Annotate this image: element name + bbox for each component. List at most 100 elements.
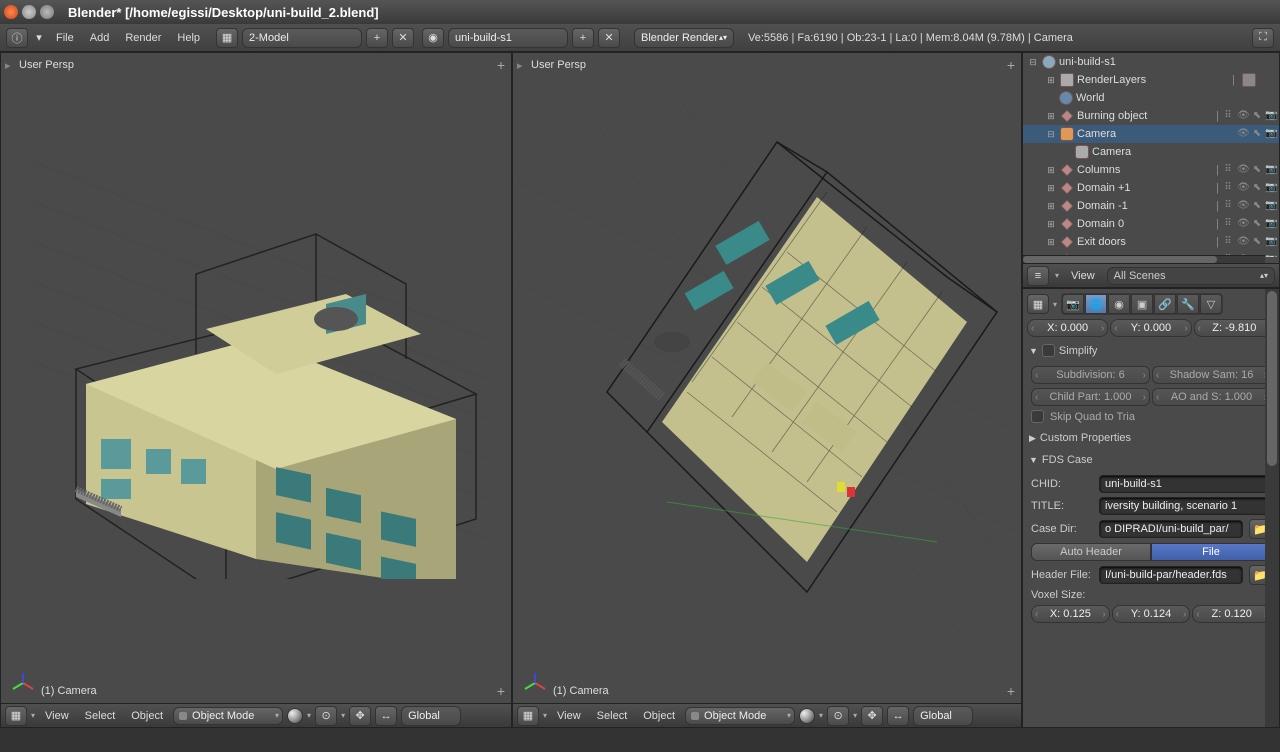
child-particles-field[interactable]: Child Part: 1.000: [1031, 388, 1150, 406]
cursor-icon[interactable]: ⬉: [1251, 200, 1263, 212]
tab-render[interactable]: 📷: [1062, 294, 1084, 314]
render-engine-dropdown[interactable]: Blender Render▴▾: [634, 28, 734, 48]
viewport-right[interactable]: ▸ User Persp +: [512, 52, 1022, 728]
scene-delete-icon[interactable]: ✕: [598, 28, 620, 48]
expand-icon[interactable]: ▾: [543, 711, 547, 720]
outliner-object-row[interactable]: ⊟Camera👁⬉📷: [1023, 125, 1279, 143]
tab-world[interactable]: ◉: [1108, 294, 1130, 314]
auto-header-button[interactable]: Auto Header: [1031, 543, 1151, 561]
cursor-icon[interactable]: ⬉: [1251, 110, 1263, 122]
outliner-scene-row[interactable]: ⊟ uni-build-s1: [1023, 53, 1279, 71]
info-editor-icon[interactable]: ⓘ: [6, 28, 28, 48]
scene-browse-icon[interactable]: ◉: [422, 28, 444, 48]
render-icon[interactable]: 📷: [1265, 218, 1277, 230]
pivot-icon[interactable]: ⊙: [315, 706, 337, 726]
menu-add[interactable]: Add: [84, 28, 116, 48]
expand-icon[interactable]: ▾: [32, 28, 46, 48]
file-header-button[interactable]: File: [1151, 543, 1271, 561]
eye-icon[interactable]: 👁: [1237, 200, 1249, 212]
outliner-object-row[interactable]: ⊞Domain 0|⠿👁⬉📷: [1023, 215, 1279, 233]
collapse-icon[interactable]: ⊟: [1027, 56, 1039, 68]
menu-help[interactable]: Help: [171, 28, 206, 48]
header-file-input[interactable]: I/uni-build-par/header.fds: [1099, 566, 1243, 584]
expand-icon[interactable]: ⊞: [1045, 74, 1057, 86]
expand-icon[interactable]: ⊞: [1045, 236, 1057, 248]
editor-type-icon[interactable]: ≡: [1027, 266, 1049, 286]
expand-icon[interactable]: ⊞: [1045, 218, 1057, 230]
shading-icon[interactable]: [799, 708, 815, 724]
outliner-object-row[interactable]: ⊞Columns|⠿👁⬉📷: [1023, 161, 1279, 179]
x-field[interactable]: X: 0.000: [1027, 319, 1108, 337]
menu-object[interactable]: Object: [125, 706, 169, 726]
outliner-camera-data-row[interactable]: Camera: [1023, 143, 1279, 161]
tab-constraints[interactable]: 🔗: [1154, 294, 1176, 314]
simplify-checkbox[interactable]: [1042, 344, 1055, 357]
cursor-icon[interactable]: ⬉: [1251, 128, 1263, 140]
shadow-samples-field[interactable]: Shadow Sam: 16: [1152, 366, 1271, 384]
add-region-icon[interactable]: +: [497, 683, 505, 699]
layout-browse-icon[interactable]: ▦: [216, 28, 238, 48]
fds-case-header[interactable]: ▼ FDS Case: [1027, 451, 1275, 469]
render-icon[interactable]: 📷: [1265, 254, 1277, 257]
menu-view[interactable]: View: [551, 706, 587, 726]
cursor-icon[interactable]: ⬉: [1251, 236, 1263, 248]
menu-view[interactable]: View: [39, 706, 75, 726]
outliner-object-row[interactable]: ⊞Domain -1|⠿👁⬉📷: [1023, 197, 1279, 215]
editor-type-icon[interactable]: ▦: [5, 706, 27, 726]
shading-icon[interactable]: [287, 708, 303, 724]
maximize-icon[interactable]: [40, 5, 54, 19]
eye-icon[interactable]: 👁: [1237, 182, 1249, 194]
expand-icon[interactable]: ⊞: [1045, 200, 1057, 212]
mode-dropdown[interactable]: Object Mode: [173, 707, 283, 725]
scene-add-icon[interactable]: +: [572, 28, 594, 48]
cursor-icon[interactable]: ⬉: [1251, 164, 1263, 176]
tab-modifiers[interactable]: 🔧: [1177, 294, 1199, 314]
render-icon[interactable]: 📷: [1265, 200, 1277, 212]
y-field[interactable]: Y: 0.000: [1110, 319, 1191, 337]
tab-object[interactable]: ▣: [1131, 294, 1153, 314]
mode-dropdown[interactable]: Object Mode: [685, 707, 795, 725]
collapse-icon[interactable]: ▸: [5, 59, 11, 72]
render-icon[interactable]: 📷: [1265, 128, 1277, 140]
eye-icon[interactable]: 👁: [1237, 236, 1249, 248]
manipulator-icon[interactable]: ✥: [349, 706, 371, 726]
tab-data[interactable]: ▽: [1200, 294, 1222, 314]
render-icon[interactable]: 📷: [1265, 110, 1277, 122]
z-field[interactable]: Z: -9.810: [1194, 319, 1275, 337]
close-icon[interactable]: [4, 5, 18, 19]
ao-sss-field[interactable]: AO and S: 1.000: [1152, 388, 1271, 406]
outliner-object-row[interactable]: ⊞Domain +1|⠿👁⬉📷: [1023, 179, 1279, 197]
collapse-icon[interactable]: ▸: [517, 59, 523, 72]
viewport-left[interactable]: ▸ User Persp +: [0, 52, 512, 728]
outliner-object-row[interactable]: ⊞Burning object|⠿👁⬉📷: [1023, 107, 1279, 125]
orientation-dropdown[interactable]: Global: [913, 706, 973, 726]
custom-properties-header[interactable]: ▶ Custom Properties: [1027, 429, 1275, 447]
layout-add-icon[interactable]: +: [366, 28, 388, 48]
eye-icon[interactable]: 👁: [1237, 164, 1249, 176]
render-icon[interactable]: 📷: [1265, 236, 1277, 248]
expand-icon[interactable]: ⊞: [1045, 110, 1057, 122]
outliner-filter-dropdown[interactable]: All Scenes▴▾: [1107, 267, 1275, 285]
cursor-icon[interactable]: ⬉: [1251, 218, 1263, 230]
skip-quad-checkbox[interactable]: [1031, 410, 1044, 423]
minimize-icon[interactable]: [22, 5, 36, 19]
outliner-hscroll[interactable]: [1023, 255, 1265, 263]
expand-icon[interactable]: ⊞: [1045, 182, 1057, 194]
eye-icon[interactable]: 👁: [1237, 110, 1249, 122]
outliner-renderlayers-row[interactable]: ⊞ RenderLayers |: [1023, 71, 1279, 89]
menu-object[interactable]: Object: [637, 706, 681, 726]
simplify-panel-header[interactable]: ▼ Simplify: [1027, 341, 1275, 360]
tab-scene[interactable]: 🌐: [1085, 294, 1107, 314]
expand-icon[interactable]: ⊟: [1045, 128, 1057, 140]
subdivision-field[interactable]: Subdivision: 6: [1031, 366, 1150, 384]
title-input[interactable]: iversity building, scenario 1: [1099, 497, 1271, 515]
chid-input[interactable]: uni-build-s1: [1099, 475, 1271, 493]
outliner-world-row[interactable]: World: [1023, 89, 1279, 107]
expand-icon[interactable]: ⊞: [1045, 164, 1057, 176]
editor-type-icon[interactable]: ▦: [517, 706, 539, 726]
voxel-y-field[interactable]: Y: 0.124: [1112, 605, 1191, 623]
render-icon[interactable]: 📷: [1265, 182, 1277, 194]
fullscreen-icon[interactable]: ⛶: [1252, 28, 1274, 48]
menu-view[interactable]: View: [1065, 266, 1101, 286]
outliner-object-row[interactable]: ⊞Exit doors|⠿👁⬉📷: [1023, 233, 1279, 251]
